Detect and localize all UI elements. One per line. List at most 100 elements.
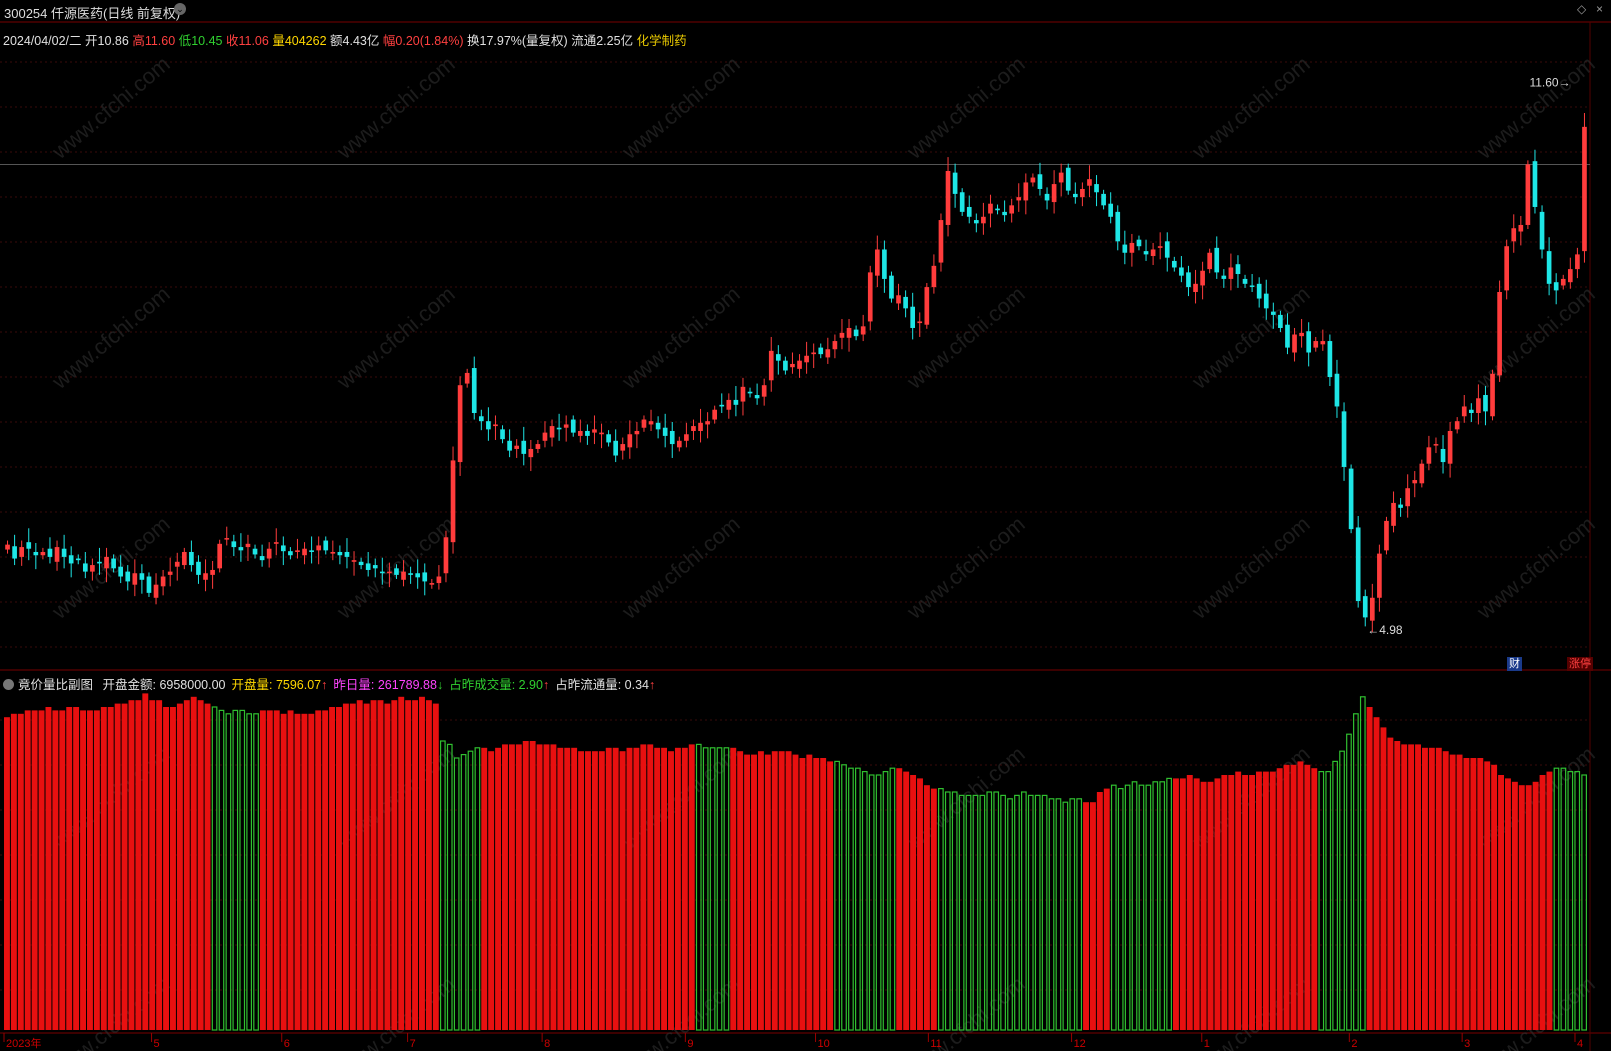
ratio-bar (1442, 751, 1449, 1030)
candle-body (1320, 341, 1326, 345)
ratio-bar (896, 768, 903, 1030)
candle-body (415, 573, 421, 578)
candle-body (549, 426, 555, 438)
candle-body (217, 543, 223, 569)
ratio-bar (377, 700, 384, 1030)
candle-body (973, 220, 979, 224)
candle-body (535, 444, 541, 449)
ratio-bar (1193, 778, 1200, 1030)
candle-body (153, 584, 159, 598)
candle-body (1504, 246, 1510, 291)
ratio-bar (1511, 781, 1518, 1030)
ratio-bar (1138, 784, 1145, 1031)
candle-body (1186, 272, 1191, 288)
ratio-bar (744, 754, 751, 1030)
ratio-bar (1290, 764, 1297, 1030)
ratio-bar (668, 751, 674, 1030)
candle-body (231, 541, 237, 548)
ratio-bar (1117, 787, 1124, 1031)
candle-body (450, 460, 456, 543)
candle-body (853, 329, 859, 337)
ratio-bar (308, 713, 315, 1030)
ratio-bar (522, 741, 529, 1030)
ratio-bar (197, 700, 204, 1030)
stock-chart[interactable]: www.cfchi.com www.cfchi.com www.cfchi.com w… (0, 0, 1611, 1051)
volume-ratio-bars (4, 693, 1587, 1031)
candle-body (1377, 553, 1382, 598)
candle-body (754, 395, 760, 399)
ratio-bar (1380, 727, 1387, 1030)
ratio-bar (515, 744, 522, 1030)
candle-body (1164, 241, 1170, 258)
ratio-bar (266, 710, 273, 1030)
ratio-bar (38, 710, 45, 1030)
ratio-bar (93, 710, 100, 1030)
ratio-bar (550, 744, 557, 1030)
candle-body (1355, 527, 1361, 602)
ratio-bar (688, 744, 695, 1030)
ratio-bar (1504, 778, 1511, 1030)
ratio-bar (1546, 771, 1553, 1030)
x-tick-label: 2023年 (6, 1036, 41, 1050)
candle-body (478, 416, 484, 422)
ratio-bar (571, 747, 578, 1030)
ratio-bar (813, 758, 820, 1030)
candle-body (712, 409, 718, 420)
candle-body (1348, 468, 1354, 530)
candle-body (1511, 228, 1517, 242)
ratio-bar (1055, 798, 1062, 1031)
candle-body (365, 563, 371, 570)
candle-body (1002, 211, 1007, 216)
candle-body (825, 349, 831, 358)
financial-badge[interactable]: 财 (1507, 657, 1522, 671)
ratio-bar (1159, 781, 1166, 1031)
candle-body (790, 363, 795, 368)
candle-body (1242, 278, 1248, 284)
ratio-bar (1498, 775, 1504, 1030)
ratio-bar (848, 767, 854, 1031)
candle-body (514, 445, 520, 449)
candle-body (747, 391, 753, 394)
candle-body (627, 434, 633, 448)
candle-body (111, 558, 116, 569)
ratio-bar (1152, 781, 1159, 1031)
ratio-bar (336, 707, 342, 1030)
ratio-bar (1373, 717, 1380, 1030)
ratio-bar (1415, 744, 1421, 1030)
candle-body (698, 422, 703, 431)
candle-body (280, 545, 286, 552)
candle-body (1582, 126, 1587, 252)
candle-body (556, 427, 562, 430)
limit-up-badge[interactable]: 涨停 (1567, 657, 1593, 671)
ratio-bar (1394, 741, 1401, 1030)
watermark-text: www.cfchi.com (331, 511, 459, 624)
ratio-bar (1359, 696, 1366, 1031)
ratio-bar (301, 713, 308, 1030)
ratio-bar (1131, 781, 1138, 1031)
candle-body (1341, 411, 1347, 467)
ratio-bar (1228, 775, 1235, 1030)
ratio-bar (640, 744, 647, 1030)
ratio-bar (917, 778, 923, 1030)
candle-body (1221, 275, 1227, 279)
candle-body (1179, 267, 1184, 276)
ratio-bar (1242, 775, 1249, 1030)
x-tick-label: 3 (1464, 1038, 1470, 1050)
candle-body (818, 347, 824, 355)
x-tick-label: 10 (818, 1038, 830, 1050)
candle-body (436, 576, 442, 584)
candle-body (422, 572, 428, 582)
candle-body (1447, 430, 1453, 464)
ratio-bar (1366, 707, 1373, 1030)
ratio-bar (1172, 778, 1179, 1030)
ratio-bar (1083, 802, 1089, 1030)
candle-body (493, 424, 498, 427)
candle-body (1270, 311, 1276, 315)
ratio-bar (605, 747, 612, 1030)
candle-body (577, 430, 583, 436)
ratio-bar (73, 707, 80, 1030)
ratio-bar (425, 700, 432, 1030)
ratio-bar (419, 696, 425, 1030)
low-price-label: ←4.98 (1367, 623, 1403, 637)
ratio-bar (578, 751, 585, 1030)
